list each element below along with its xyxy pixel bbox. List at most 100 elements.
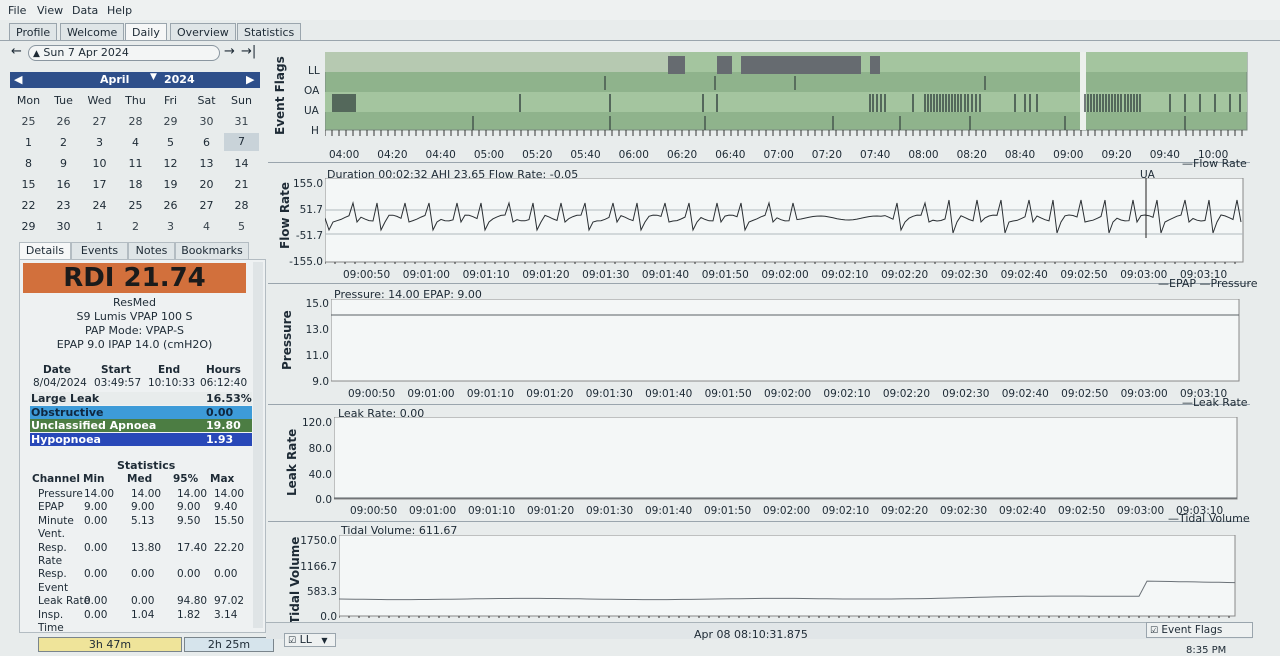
calendar-weekday: Wed <box>87 94 112 107</box>
calendar-day[interactable]: 13 <box>189 157 224 170</box>
calendar-day[interactable]: 25 <box>11 115 46 128</box>
calendar-day[interactable]: 24 <box>82 199 117 212</box>
stats-cell: Resp. <box>38 568 67 581</box>
calendar-day[interactable]: 26 <box>46 115 81 128</box>
calendar-day[interactable]: 27 <box>189 199 224 212</box>
pressure-legend: —EPAP —Pressure <box>1158 277 1258 290</box>
menu-help[interactable]: Help <box>107 4 132 17</box>
xaxis-tick: 09:01:20 <box>522 269 570 281</box>
channel-dropdown[interactable]: ☑ LL ▼ <box>284 633 336 647</box>
xaxis-tick: 09:02:20 <box>881 269 929 281</box>
session-header: End <box>158 364 181 376</box>
flow-rate-chart[interactable] <box>325 178 1245 264</box>
calendar-day[interactable]: 14 <box>224 157 259 170</box>
calendar-day[interactable]: 30 <box>46 220 81 233</box>
calendar-day[interactable]: 20 <box>189 178 224 191</box>
calendar-day[interactable]: 15 <box>11 178 46 191</box>
tab-overview[interactable]: Overview <box>170 23 236 41</box>
calendar-day[interactable]: 6 <box>189 136 224 149</box>
session-header: Date <box>43 364 71 376</box>
calendar-day[interactable]: 9 <box>46 157 81 170</box>
tidal-ytick-3: 583.3 <box>306 586 337 598</box>
calendar-day[interactable]: 30 <box>189 115 224 128</box>
tidal-volume-chart[interactable] <box>339 535 1237 618</box>
large-leak-mark <box>668 56 680 74</box>
calendar-day[interactable]: 5 <box>224 220 259 233</box>
calendar-day[interactable]: 1 <box>11 136 46 149</box>
event-flags-dropdown[interactable]: ☑ Event Flags <box>1146 622 1253 638</box>
tab-events[interactable]: Events <box>71 242 128 260</box>
calendar-day[interactable]: 26 <box>153 199 188 212</box>
calendar-day[interactable]: 3 <box>82 136 117 149</box>
calendar-day[interactable]: 29 <box>153 115 188 128</box>
xaxis-tick: 09:02:00 <box>764 388 812 400</box>
calendar-day[interactable]: 28 <box>118 115 153 128</box>
calendar-day[interactable]: 22 <box>11 199 46 212</box>
flags-highlight-window <box>1080 52 1086 130</box>
calendar-day[interactable]: 21 <box>224 178 259 191</box>
tab-notes[interactable]: Notes <box>128 242 175 260</box>
next-day-arrow-icon[interactable]: → <box>224 44 235 59</box>
flow-legend-label: Flow Rate <box>1193 157 1247 170</box>
tab-statistics[interactable]: Statistics <box>237 23 302 41</box>
calendar-day[interactable]: 1 <box>82 220 117 233</box>
summary-label: Obstructive <box>31 405 104 419</box>
pressure-ytick-3: 11.0 <box>305 350 329 362</box>
last-day-icon[interactable]: →| <box>241 44 256 59</box>
event-flags-chart[interactable] <box>325 52 1250 142</box>
stats-cell: 9.40 <box>214 501 238 514</box>
pressure-ytick-2: 13.0 <box>305 324 329 336</box>
flow-ytick-3: -51.7 <box>295 230 323 242</box>
calendar-day[interactable]: 11 <box>118 157 153 170</box>
calendar-day[interactable]: 29 <box>11 220 46 233</box>
calendar-day[interactable]: 3 <box>153 220 188 233</box>
stats-cell: 0.00 <box>84 514 108 527</box>
bottom-button-2[interactable]: 2h 25m <box>184 637 274 652</box>
calendar-year[interactable]: 2024 <box>164 73 195 86</box>
calendar-day[interactable]: 17 <box>82 178 117 191</box>
prev-day-arrow-icon[interactable]: ← <box>11 44 22 59</box>
calendar-day[interactable]: 4 <box>118 136 153 149</box>
calendar-day[interactable]: 2 <box>46 136 81 149</box>
calendar-day[interactable]: 25 <box>118 199 153 212</box>
xaxis-tick: 05:20 <box>522 149 553 161</box>
stats-cell: 3.14 <box>214 608 238 621</box>
calendar-day[interactable]: 28 <box>224 199 259 212</box>
stats-cell: 94.80 <box>177 595 208 608</box>
calendar-month[interactable]: April <box>100 73 129 86</box>
calendar-day[interactable]: 10 <box>82 157 117 170</box>
calendar-day[interactable]: 8 <box>11 157 46 170</box>
tab-welcome[interactable]: Welcome <box>60 23 125 41</box>
tab-bookmarks[interactable]: Bookmarks <box>175 242 249 260</box>
bottom-button-1[interactable]: 3h 47m <box>38 637 182 652</box>
next-month-icon[interactable]: ▶ <box>246 73 254 86</box>
calendar-day[interactable]: 5 <box>153 136 188 149</box>
calendar-day[interactable]: 7 <box>224 133 259 151</box>
date-selector[interactable]: ▲ Sun 7 Apr 2024 <box>28 45 220 61</box>
month-dropdown-icon[interactable]: ▼ <box>150 72 157 82</box>
tab-profile[interactable]: Profile <box>9 23 58 41</box>
tidal-legend: —Tidal Volume <box>1168 512 1250 525</box>
tab-daily[interactable]: Daily <box>125 23 167 41</box>
menu-view[interactable]: View <box>37 4 63 17</box>
menu-file[interactable]: File <box>8 4 26 17</box>
calendar-day[interactable]: 2 <box>118 220 153 233</box>
calendar-day[interactable]: 16 <box>46 178 81 191</box>
calendar-day[interactable]: 4 <box>189 220 224 233</box>
calendar-day[interactable]: 18 <box>118 178 153 191</box>
calendar-day[interactable]: 31 <box>224 115 259 128</box>
flow-ytick-2: 51.7 <box>299 204 323 216</box>
pressure-chart[interactable] <box>331 299 1241 383</box>
calendar-day[interactable]: 27 <box>82 115 117 128</box>
session-value: 8/04/2024 <box>33 377 87 389</box>
menu-data[interactable]: Data <box>72 4 98 17</box>
prev-month-icon[interactable]: ◀ <box>14 73 22 86</box>
stats-header: Max <box>210 473 235 485</box>
calendar-day[interactable]: 12 <box>153 157 188 170</box>
tab-details[interactable]: Details <box>19 242 71 260</box>
leak-rate-chart[interactable] <box>334 417 1239 501</box>
xaxis-tick: 09:00:50 <box>348 388 396 400</box>
details-scrollbar[interactable] <box>253 262 263 628</box>
calendar-day[interactable]: 19 <box>153 178 188 191</box>
calendar-day[interactable]: 23 <box>46 199 81 212</box>
